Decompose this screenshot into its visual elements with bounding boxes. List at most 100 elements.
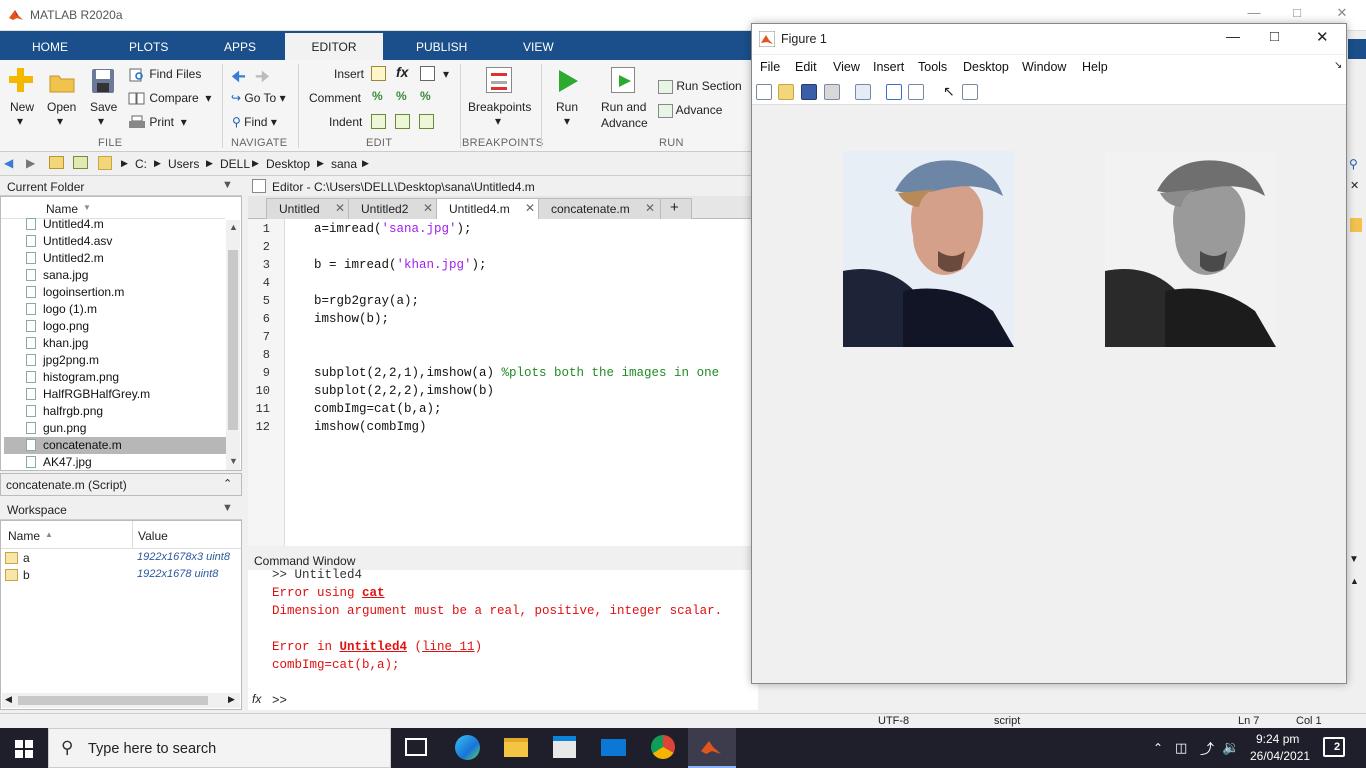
menu-help[interactable]: Help xyxy=(1082,60,1108,74)
clock-time[interactable]: 9:24 pm xyxy=(1256,732,1299,746)
dock-icon[interactable]: ↘ xyxy=(1334,60,1342,71)
tab-view[interactable]: VIEW xyxy=(523,40,554,54)
list-item[interactable]: jpg2png.m xyxy=(4,352,226,369)
colorbar-icon[interactable] xyxy=(886,84,902,100)
tab-editor[interactable]: EDITOR xyxy=(285,33,383,60)
close-tab-icon[interactable]: ✕ xyxy=(645,201,655,215)
scroll-down-icon[interactable]: ▼ xyxy=(229,456,238,466)
decrease-indent-icon[interactable] xyxy=(419,114,434,129)
indent-label[interactable]: Indent xyxy=(329,115,362,129)
list-item[interactable]: Untitled2.m xyxy=(4,250,226,267)
close-tab-icon[interactable]: ✕ xyxy=(525,201,535,215)
menu-view[interactable]: View xyxy=(833,60,860,74)
scrollbar[interactable]: ▲ ▼ xyxy=(226,220,240,470)
comment-icon[interactable]: % xyxy=(372,89,383,103)
table-row[interactable]: a 1922x1678x3 uint8 xyxy=(1,550,241,567)
tab-home[interactable]: HOME xyxy=(32,40,68,54)
insert-section-icon[interactable] xyxy=(371,66,386,81)
run-and-advance-label-2[interactable]: Advance xyxy=(601,116,648,130)
list-item[interactable]: logo (1).m xyxy=(4,301,226,318)
path-segment[interactable]: sana xyxy=(331,157,357,171)
fx-icon[interactable]: fx xyxy=(252,692,261,706)
new-button[interactable] xyxy=(8,66,36,99)
path-segment[interactable]: C: xyxy=(135,157,147,171)
panel-icon[interactable] xyxy=(1350,218,1362,232)
scroll-left-icon[interactable]: ◀ xyxy=(5,694,12,705)
list-item[interactable]: khan.jpg xyxy=(4,335,226,352)
editor-tab[interactable]: Untitled ✕ xyxy=(266,198,350,219)
print-button[interactable]: Print ▾ xyxy=(128,115,187,131)
minimize-icon[interactable]: — xyxy=(1226,28,1240,44)
table-row[interactable]: b 1922x1678 uint8 xyxy=(1,567,241,584)
scroll-thumb[interactable] xyxy=(228,250,238,430)
find-button[interactable]: ⚲ Find ▾ xyxy=(232,115,277,129)
tab-overflow[interactable] xyxy=(1348,39,1366,59)
run-and-advance-icon[interactable] xyxy=(611,67,635,93)
name-column-header[interactable]: Name xyxy=(8,529,40,543)
comment-label[interactable]: Comment xyxy=(309,91,361,105)
tab-plots[interactable]: PLOTS xyxy=(129,40,168,54)
horizontal-scrollbar[interactable]: ◀ ▶ xyxy=(2,693,240,708)
scroll-right-icon[interactable]: ▶ xyxy=(228,694,235,705)
command-prompt[interactable]: >> xyxy=(272,694,287,708)
run-and-advance-label[interactable]: Run and xyxy=(601,100,646,114)
value-column-header[interactable]: Value xyxy=(138,529,168,543)
list-item[interactable]: logoinsertion.m xyxy=(4,284,226,301)
property-inspector-icon[interactable] xyxy=(962,84,978,100)
list-item[interactable]: gun.png xyxy=(4,420,226,437)
list-item[interactable]: sana.jpg xyxy=(4,267,226,284)
save-figure-icon[interactable] xyxy=(801,84,817,100)
editor-tab[interactable]: Untitled2 ✕ xyxy=(348,198,438,219)
menu-window[interactable]: Window xyxy=(1022,60,1066,74)
list-item-selected[interactable]: concatenate.m xyxy=(4,437,226,454)
panel-menu-icon[interactable]: ▼ xyxy=(222,502,233,514)
fx-icon[interactable]: fx xyxy=(396,64,408,80)
store-icon[interactable] xyxy=(553,736,576,758)
scroll-up-icon[interactable]: ▲ xyxy=(229,222,238,232)
compare-button[interactable]: Compare ▾ xyxy=(128,91,211,107)
smart-indent-icon[interactable] xyxy=(371,114,386,129)
tab-apps[interactable]: APPS xyxy=(224,40,256,54)
list-item[interactable]: Untitled4.asv xyxy=(4,233,226,250)
edit-plot-arrow-icon[interactable]: ↖ xyxy=(943,83,955,100)
editor-tab[interactable]: concatenate.m ✕ xyxy=(538,198,662,219)
wrap-comment-icon[interactable]: % xyxy=(420,89,431,103)
mail-icon[interactable] xyxy=(601,739,626,756)
insert-function-icon[interactable] xyxy=(420,66,435,81)
volume-icon[interactable]: 🔉 xyxy=(1222,739,1239,756)
menu-tools[interactable]: Tools xyxy=(918,60,947,74)
path-segment[interactable]: DELL xyxy=(220,157,250,171)
up-folder-icon[interactable] xyxy=(49,156,64,169)
link-plot-icon[interactable] xyxy=(855,84,871,100)
chevron-down-icon[interactable]: ▾ xyxy=(443,67,449,81)
file-explorer-icon[interactable] xyxy=(504,738,528,757)
editor-tab-active[interactable]: Untitled4.m ✕ xyxy=(436,198,540,220)
run-button[interactable] xyxy=(556,68,580,97)
panel-menu-icon[interactable]: ▼ xyxy=(222,179,233,191)
error-link[interactable]: cat xyxy=(362,586,385,600)
menu-file[interactable]: File xyxy=(760,60,780,74)
browse-folder-icon[interactable] xyxy=(73,156,88,169)
panel-menu-icon[interactable]: ▼ xyxy=(1349,554,1359,565)
run-section-button[interactable]: Run Section xyxy=(658,79,742,94)
forward-arrow-icon[interactable]: ▶ xyxy=(26,156,35,170)
chevron-down-icon[interactable]: ▾ xyxy=(495,114,501,128)
open-button[interactable] xyxy=(48,70,76,97)
chevron-down-icon[interactable]: ▾ xyxy=(57,114,63,128)
list-item[interactable]: HalfRGBHalfGrey.m xyxy=(4,386,226,403)
find-files-button[interactable]: Find Files xyxy=(128,67,201,83)
close-icon[interactable]: ✕ xyxy=(1350,179,1359,192)
add-tab-button[interactable]: + xyxy=(660,198,692,219)
uncomment-icon[interactable]: % xyxy=(396,89,407,103)
details-panel[interactable]: concatenate.m (Script) ⌃ xyxy=(0,473,242,496)
task-view-icon[interactable] xyxy=(405,738,427,756)
advance-button[interactable]: Advance xyxy=(658,103,722,118)
breakpoints-icon[interactable] xyxy=(486,67,512,93)
list-item[interactable]: histogram.png xyxy=(4,369,226,386)
notification-icon[interactable]: 2 xyxy=(1323,737,1345,757)
matlab-taskbar-button[interactable] xyxy=(688,728,736,768)
save-button[interactable] xyxy=(90,67,116,98)
chevron-up-icon[interactable]: ⌃ xyxy=(223,477,232,490)
close-tab-icon[interactable]: ✕ xyxy=(335,201,345,215)
taskbar-search[interactable]: ⚲ Type here to search xyxy=(48,728,391,768)
